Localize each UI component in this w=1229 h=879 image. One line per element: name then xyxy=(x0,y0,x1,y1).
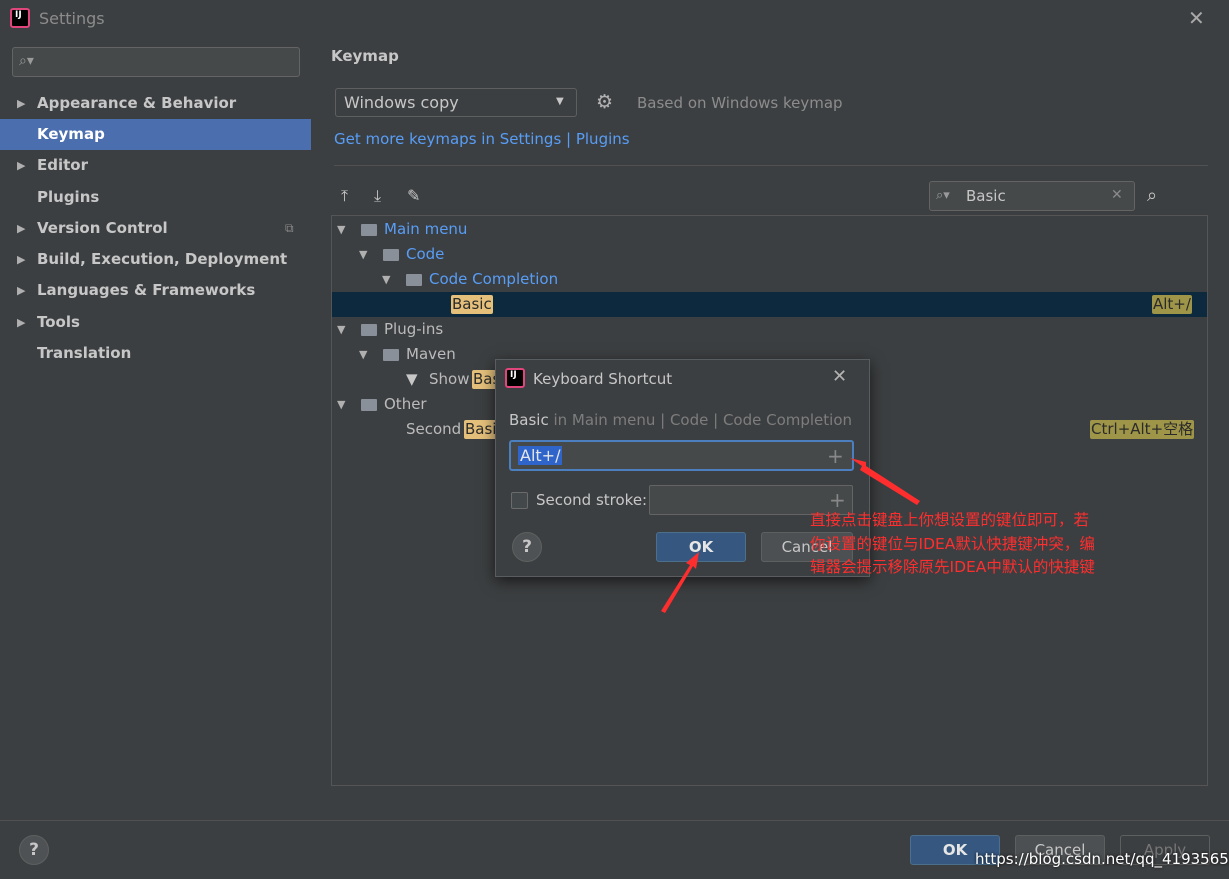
annotation-arrow-ok xyxy=(661,552,699,613)
annotation-arrows xyxy=(661,458,920,613)
annotation-text: 直接点击键盘上你想设置的键位即可，若你设置的键位与IDEA默认快捷键冲突，编辑器… xyxy=(810,511,1095,576)
annotation-arrow-shortcut xyxy=(850,458,920,505)
watermark: https://blog.csdn.net/qq_41935652 xyxy=(975,850,1229,868)
